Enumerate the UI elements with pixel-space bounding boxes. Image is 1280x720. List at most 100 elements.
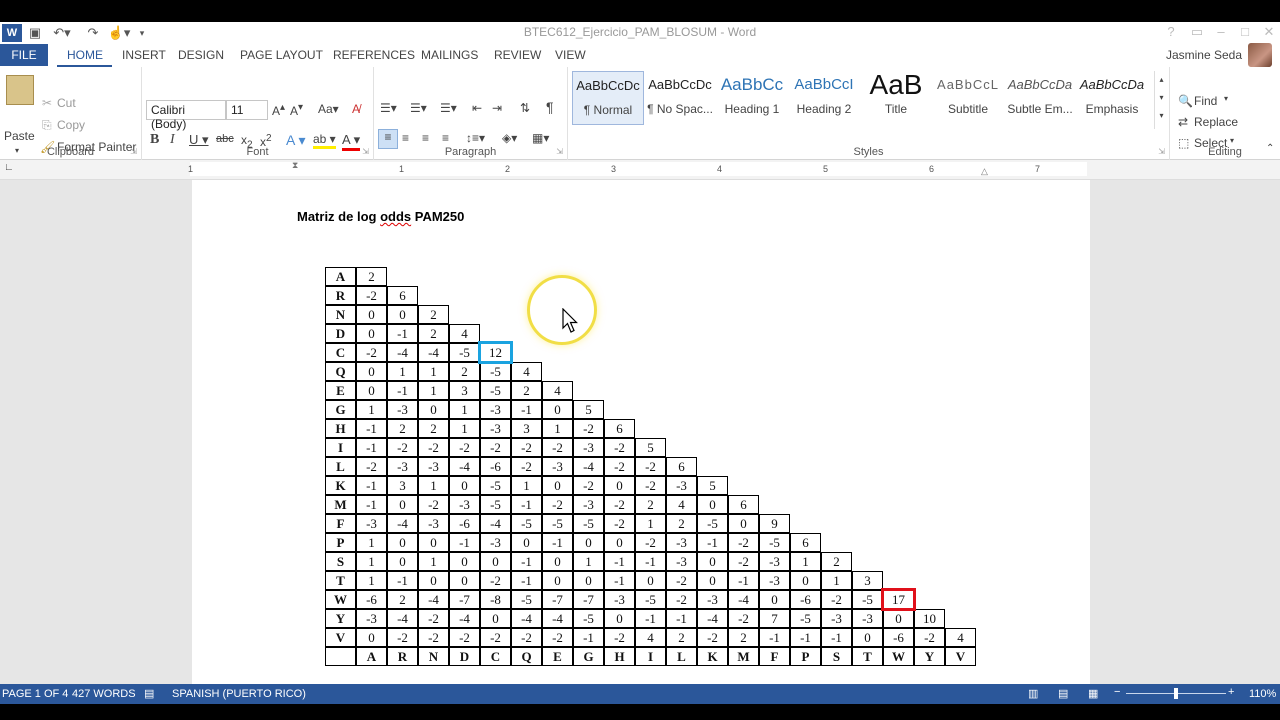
user-name[interactable]: Jasmine Seda [1166,48,1242,62]
styles-scroll[interactable]: ▴ ▾ ▾ [1154,71,1168,129]
change-case-icon[interactable]: Aa▾ [318,102,339,116]
style-subtitle[interactable]: AaBbCcL Subtitle [932,71,1004,125]
style-heading-1[interactable]: AaBbCc Heading 1 [716,71,788,125]
zoom-slider-thumb[interactable] [1174,688,1178,699]
word-count[interactable]: 427 WORDS [72,688,136,700]
shading-icon[interactable]: ◈▾ [502,131,517,145]
sort-icon[interactable]: ⇅ [520,101,530,115]
help-icon[interactable]: ? [1160,24,1182,42]
grow-font-icon[interactable]: A▴ [272,102,285,118]
tab-mailings[interactable]: MAILINGS [421,48,478,62]
avatar[interactable] [1248,43,1272,67]
matrix-cell: 0 [387,305,418,324]
close-icon[interactable]: ✕ [1258,24,1280,42]
zoom-in-icon[interactable]: + [1228,686,1234,698]
tab-review[interactable]: REVIEW [494,48,541,62]
ribbon-display-icon[interactable]: ▭ [1186,24,1208,42]
bullets-icon[interactable]: ☰▾ [380,101,397,115]
ruler-track[interactable]: 1 1 2 3 4 5 6 7 ⧗ △ [188,160,1087,177]
find-button[interactable]: Find [1194,94,1217,108]
tab-file[interactable]: FILE [0,44,48,66]
proofing-icon[interactable]: ▤ [144,687,154,700]
tab-references[interactable]: REFERENCES [333,48,415,62]
cut-button[interactable]: Cut [57,96,76,110]
style-title[interactable]: AaB Title [860,71,932,125]
style-emphasis[interactable]: AaBbCcDa Emphasis [1076,71,1148,125]
justify-icon[interactable]: ≡ [442,131,449,145]
matrix-cell: -5 [790,609,821,628]
matrix-cell: 0 [759,590,790,609]
tab-page-layout[interactable]: PAGE LAYOUT [240,48,323,62]
matrix-cell: -1 [387,571,418,590]
clear-formatting-icon[interactable]: A̸ [352,102,360,116]
paragraph-launcher-icon[interactable]: ⇲ [556,147,563,156]
zoom-out-icon[interactable]: − [1114,686,1120,698]
paste-button[interactable]: Paste [4,129,35,143]
align-center-icon[interactable]: ≡ [402,131,409,145]
matrix-cell: 1 [573,552,604,571]
style-no-spacing[interactable]: AaBbCcDc ¶ No Spac... [644,71,716,125]
document-page[interactable]: Matriz de log odds PAM250 A 2 R -2 6 N 0 0 2 D 0 -1… [192,180,1090,684]
matrix-cell: 2 [666,514,697,533]
tab-view[interactable]: VIEW [555,48,586,62]
style-subtle-emphasis[interactable]: AaBbCcDa Subtle Em... [1004,71,1076,125]
row-label: D [325,324,356,343]
collapse-ribbon-icon[interactable]: ⌃ [1266,143,1274,154]
page-count[interactable]: PAGE 1 OF 4 [2,688,68,700]
replace-button[interactable]: Replace [1194,115,1238,129]
style-name: Subtitle [947,102,989,116]
show-marks-icon[interactable]: ¶ [546,99,554,115]
tab-insert[interactable]: INSERT [122,48,166,62]
matrix-cell: 2 [635,495,666,514]
row-label: A [325,267,356,286]
increase-indent-icon[interactable]: ⇥ [492,101,502,115]
matrix-cell: 0 [356,381,387,400]
maximize-icon[interactable]: □ [1234,24,1256,42]
paste-icon[interactable] [6,75,34,105]
language[interactable]: SPANISH (PUERTO RICO) [172,688,306,700]
web-layout-icon[interactable]: ▦ [1088,687,1098,700]
matrix-cell: 2 [356,267,387,286]
font-launcher-icon[interactable]: ⇲ [362,147,369,156]
styles-launcher-icon[interactable]: ⇲ [1158,147,1165,156]
indent-marker-icon[interactable]: ⧗ [292,160,298,171]
title-bar: W ▣ ↶▾ ↷ ☝▾ ▾ BTEC612_Ejercicio_PAM_BLOS… [0,22,1280,44]
find-dropdown-icon[interactable]: ▾ [1224,94,1228,103]
strikethrough-icon[interactable]: abc [216,133,234,145]
matrix-cell: -3 [480,419,511,438]
tab-design[interactable]: DESIGN [178,48,224,62]
style-normal[interactable]: AaBbCcDc ¶ Normal [572,71,644,125]
matrix-cell: -7 [449,590,480,609]
zoom-level[interactable]: 110% [1249,688,1276,700]
read-mode-icon[interactable]: ▥ [1028,687,1038,700]
right-indent-marker-icon[interactable]: △ [981,166,988,177]
line-spacing-icon[interactable]: ↕≡▾ [466,131,485,145]
tab-selector-icon[interactable]: ∟ [4,162,14,173]
matrix-cell: -3 [604,590,635,609]
font-name-combo[interactable]: Calibri (Body) [146,100,226,131]
matrix-cell: 3 [387,476,418,495]
print-layout-icon[interactable]: ▤ [1058,687,1068,700]
font-size-combo[interactable]: 11 [226,100,268,120]
align-right-icon[interactable]: ≡ [422,131,429,145]
matrix-cell: -2 [511,628,542,647]
numbering-icon[interactable]: ☰▾ [410,101,427,115]
borders-icon[interactable]: ▦▾ [532,131,549,145]
shrink-font-icon[interactable]: A▾ [290,102,303,118]
clipboard-launcher-icon[interactable]: ⇲ [130,147,137,156]
matrix-cell: -1 [666,609,697,628]
style-heading-2[interactable]: AaBbCcI Heading 2 [788,71,860,125]
matrix-cell: 1 [356,400,387,419]
decrease-indent-icon[interactable]: ⇤ [472,101,482,115]
matrix-cell: -4 [511,609,542,628]
matrix-cell: -2 [728,609,759,628]
multilevel-list-icon[interactable]: ☰▾ [440,101,457,115]
select-dropdown-icon[interactable]: ▾ [1230,136,1234,145]
find-icon: 🔍 [1178,94,1193,108]
matrix-cell: -3 [480,533,511,552]
tab-home[interactable]: HOME [67,48,103,62]
copy-button[interactable]: Copy [57,118,85,132]
matrix-cell: 1 [356,552,387,571]
minimize-icon[interactable]: – [1210,24,1232,42]
matrix-cell: -2 [418,609,449,628]
